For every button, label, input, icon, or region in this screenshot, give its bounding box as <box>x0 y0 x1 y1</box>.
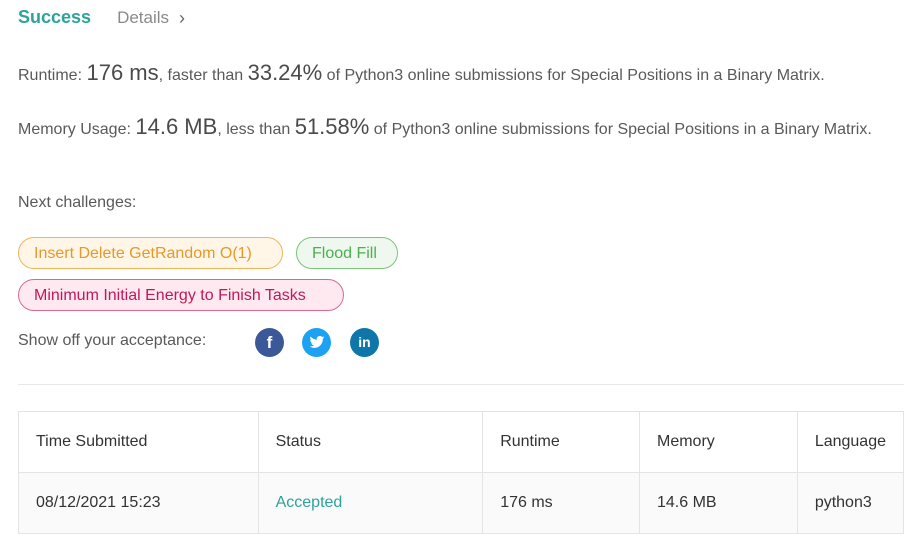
details-link[interactable]: Details › <box>117 8 185 28</box>
col-header-time-submitted: Time Submitted <box>18 411 259 473</box>
cell-memory: 14.6 MB <box>639 472 798 534</box>
result-header: Success Details › <box>18 7 185 28</box>
memory-percent: 51.58% <box>294 114 370 139</box>
runtime-value: 176 ms <box>86 60 159 85</box>
table-row: 08/12/2021 15:23 Accepted 176 ms 14.6 MB… <box>18 472 905 534</box>
section-divider <box>18 384 904 385</box>
details-label: Details <box>117 7 170 27</box>
facebook-icon[interactable]: f <box>255 328 284 357</box>
runtime-label: Runtime: <box>18 67 83 84</box>
share-label: Show off your acceptance: <box>18 332 207 349</box>
runtime-stat: Runtime: 176 ms, faster than 33.24% of P… <box>18 60 898 89</box>
memory-suffix: of Python3 online submissions for Specia… <box>373 121 872 138</box>
runtime-middle: , faster than <box>158 67 244 84</box>
memory-label: Memory Usage: <box>18 121 131 138</box>
table-header-row: Time Submitted Status Runtime Memory Lan… <box>18 411 905 473</box>
runtime-percent: 33.24% <box>247 60 323 85</box>
col-header-language: Language <box>796 411 905 473</box>
cell-time-submitted: 08/12/2021 15:23 <box>18 472 259 534</box>
runtime-suffix: of Python3 online submissions for Specia… <box>326 67 825 84</box>
memory-value: 14.6 MB <box>135 114 218 139</box>
challenge-tag-insert-delete-getrandom[interactable]: Insert Delete GetRandom O(1) <box>18 237 283 269</box>
cell-runtime: 176 ms <box>482 472 640 534</box>
submissions-table: Time Submitted Status Runtime Memory Lan… <box>18 411 905 534</box>
twitter-icon[interactable] <box>302 328 331 357</box>
submission-result-page: Success Details › Runtime: 176 ms, faste… <box>0 0 918 541</box>
col-header-memory: Memory <box>639 411 798 473</box>
cell-language: python3 <box>796 472 905 534</box>
challenge-tag-flood-fill[interactable]: Flood Fill <box>296 237 398 269</box>
col-header-status: Status <box>257 411 484 473</box>
linkedin-icon[interactable]: in <box>350 328 379 357</box>
col-header-runtime: Runtime <box>482 411 640 473</box>
challenge-tag-minimum-initial-energy[interactable]: Minimum Initial Energy to Finish Tasks <box>18 279 344 311</box>
status-title: Success <box>18 7 92 27</box>
chevron-right-icon: › <box>179 7 186 28</box>
cell-status-accepted-link[interactable]: Accepted <box>257 472 484 534</box>
twitter-bird-glyph <box>309 336 324 348</box>
memory-stat: Memory Usage: 14.6 MB, less than 51.58% … <box>18 114 898 143</box>
next-challenges-label: Next challenges: <box>18 194 137 211</box>
memory-middle: , less than <box>217 121 291 138</box>
